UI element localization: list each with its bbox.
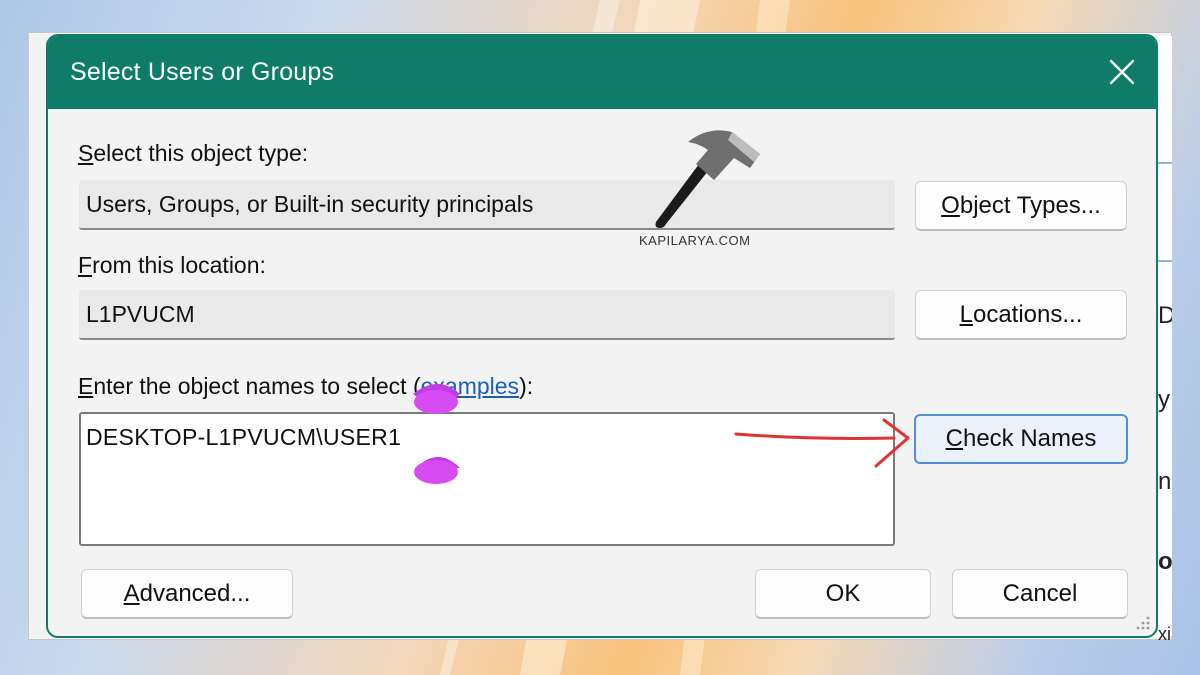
background-text-fragment: ot <box>1158 548 1172 575</box>
object-names-value: DESKTOP-L1PVUCM\USER1 <box>86 424 402 450</box>
background-text-fragment: D <box>1158 302 1172 329</box>
advanced-button[interactable]: Advanced... <box>81 569 293 619</box>
ok-button[interactable]: OK <box>755 569 931 619</box>
background-text-fragment: y: <box>1158 386 1172 413</box>
object-type-label: Select this object type: <box>78 140 309 166</box>
object-types-button-label: Object Types... <box>941 191 1101 219</box>
ok-button-label: OK <box>825 579 861 607</box>
cancel-button-label: Cancel <box>1002 579 1078 607</box>
object-type-field: Users, Groups, or Built-in security prin… <box>79 180 895 230</box>
location-field: L1PVUCM <box>79 290 895 340</box>
hammer-icon <box>655 130 760 228</box>
background-divider <box>1158 260 1172 262</box>
object-type-label-text: elect this object type: <box>93 140 309 166</box>
background-window-panel <box>1158 36 1172 636</box>
advanced-button-label: Advanced... <box>123 579 251 607</box>
locations-button-label: Locations... <box>959 300 1083 328</box>
resize-grip-icon[interactable] <box>1132 612 1152 632</box>
locations-button[interactable]: Locations... <box>915 290 1127 340</box>
location-label: From this location: <box>78 252 266 278</box>
red-arrow-annotation <box>734 418 910 468</box>
watermark-text: KAPILARYA.COM <box>639 233 751 248</box>
cancel-button[interactable]: Cancel <box>952 569 1128 619</box>
object-type-value: Users, Groups, or Built-in security prin… <box>86 191 534 217</box>
dialog-title: Select Users or Groups <box>70 58 335 86</box>
background-divider <box>1158 162 1172 164</box>
background-text-fragment: ns <box>1158 468 1172 495</box>
text-cursor-marker <box>413 384 460 484</box>
check-names-button-label: Check Names <box>945 425 1097 452</box>
select-users-dialog: Select Users or Groups Select this objec… <box>46 34 1158 638</box>
check-names-button[interactable]: Check Names <box>914 414 1128 464</box>
object-names-label-suffix: ): <box>519 373 534 399</box>
location-value: L1PVUCM <box>86 301 195 327</box>
object-types-button[interactable]: Object Types... <box>915 181 1127 231</box>
close-icon[interactable] <box>1106 56 1138 88</box>
background-text-fragment: xi <box>1158 624 1171 644</box>
dialog-titlebar: Select Users or Groups <box>48 36 1156 109</box>
